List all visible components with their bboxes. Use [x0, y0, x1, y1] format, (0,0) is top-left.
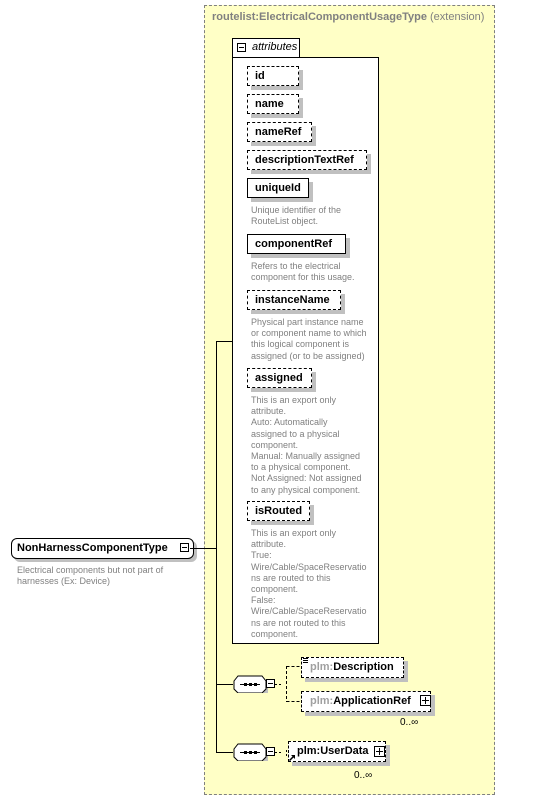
attribute-name: uniqueId [255, 182, 301, 194]
attribute-componentRef[interactable]: componentRef [247, 234, 346, 254]
attribute-id[interactable]: id [247, 66, 299, 86]
documentation-icon [303, 658, 308, 663]
attribute-assigned[interactable]: assigned [247, 368, 312, 388]
element-prefix: plm: [297, 745, 321, 757]
attribute-nameRef[interactable]: nameRef [247, 122, 312, 142]
attribute-description: Unique identifier of the RouteList objec… [251, 205, 342, 227]
element-plm-ApplicationRef[interactable]: plm:ApplicationRef [301, 691, 431, 712]
attribute-description: This is an export only attribute. True: … [251, 528, 367, 639]
extension-kind: (extension) [430, 11, 485, 23]
connector-line [216, 752, 233, 753]
connector-line [216, 684, 233, 685]
attribute-uniqueId[interactable]: uniqueId [247, 178, 309, 198]
connector-line [190, 548, 217, 549]
attribute-isRouted[interactable]: isRouted [247, 501, 310, 521]
element-prefix: plm: [310, 695, 334, 707]
expand-toggle-icon[interactable] [420, 695, 431, 706]
element-plm-UserData[interactable]: plm:UserData [288, 741, 386, 762]
element-plm-Description[interactable]: plm:Description [301, 657, 404, 678]
attribute-instanceName[interactable]: instanceName [247, 290, 341, 310]
attribute-name: isRouted [255, 505, 303, 517]
attribute-description: Refers to the electrical component for t… [251, 261, 355, 283]
reference-arrow-icon [289, 755, 295, 761]
element-prefix: plm: [310, 661, 334, 673]
collapse-toggle-icon[interactable] [266, 747, 275, 756]
attribute-description: Physical part instance name or component… [251, 317, 367, 361]
expand-toggle-icon[interactable] [374, 746, 385, 757]
extension-title: routelist:ElectricalComponentUsageType (… [212, 11, 484, 23]
connector-trunk [216, 341, 217, 753]
collapse-toggle-icon[interactable] [266, 679, 275, 688]
attribute-name: nameRef [255, 126, 302, 138]
attribute-name: id [255, 70, 265, 82]
attribute-description: This is an export only attribute. Auto: … [251, 395, 362, 495]
root-element-description: Electrical components but not part of ha… [17, 565, 164, 586]
element-name: ApplicationRef [333, 695, 411, 707]
element-name: UserData [320, 745, 369, 757]
sequence-branch-lines [275, 750, 287, 756]
root-element-name: NonHarnessComponentType [17, 542, 168, 554]
attribute-name[interactable]: name [247, 94, 299, 114]
attribute-name: componentRef [255, 238, 332, 250]
collapse-toggle-icon[interactable] [180, 543, 189, 552]
occurrence-label: 0..∞ [354, 770, 373, 781]
element-name: Description [333, 661, 394, 673]
extension-base-type: routelist:ElectricalComponentUsageType [212, 11, 427, 23]
root-element[interactable]: NonHarnessComponentType [11, 538, 194, 559]
attribute-name: descriptionTextRef [255, 154, 354, 166]
collapse-toggle-icon[interactable] [237, 43, 246, 52]
occurrence-label: 0..∞ [400, 717, 419, 728]
connector-line [216, 341, 233, 342]
attribute-descriptionTextRef[interactable]: descriptionTextRef [247, 150, 367, 170]
sequence-compositor-icon[interactable] [232, 743, 268, 761]
attribute-name: instanceName [255, 294, 330, 306]
attribute-name: assigned [255, 372, 303, 384]
attribute-name: name [255, 98, 284, 110]
sequence-compositor-icon[interactable] [232, 675, 268, 693]
attributes-label: attributes [252, 41, 298, 53]
